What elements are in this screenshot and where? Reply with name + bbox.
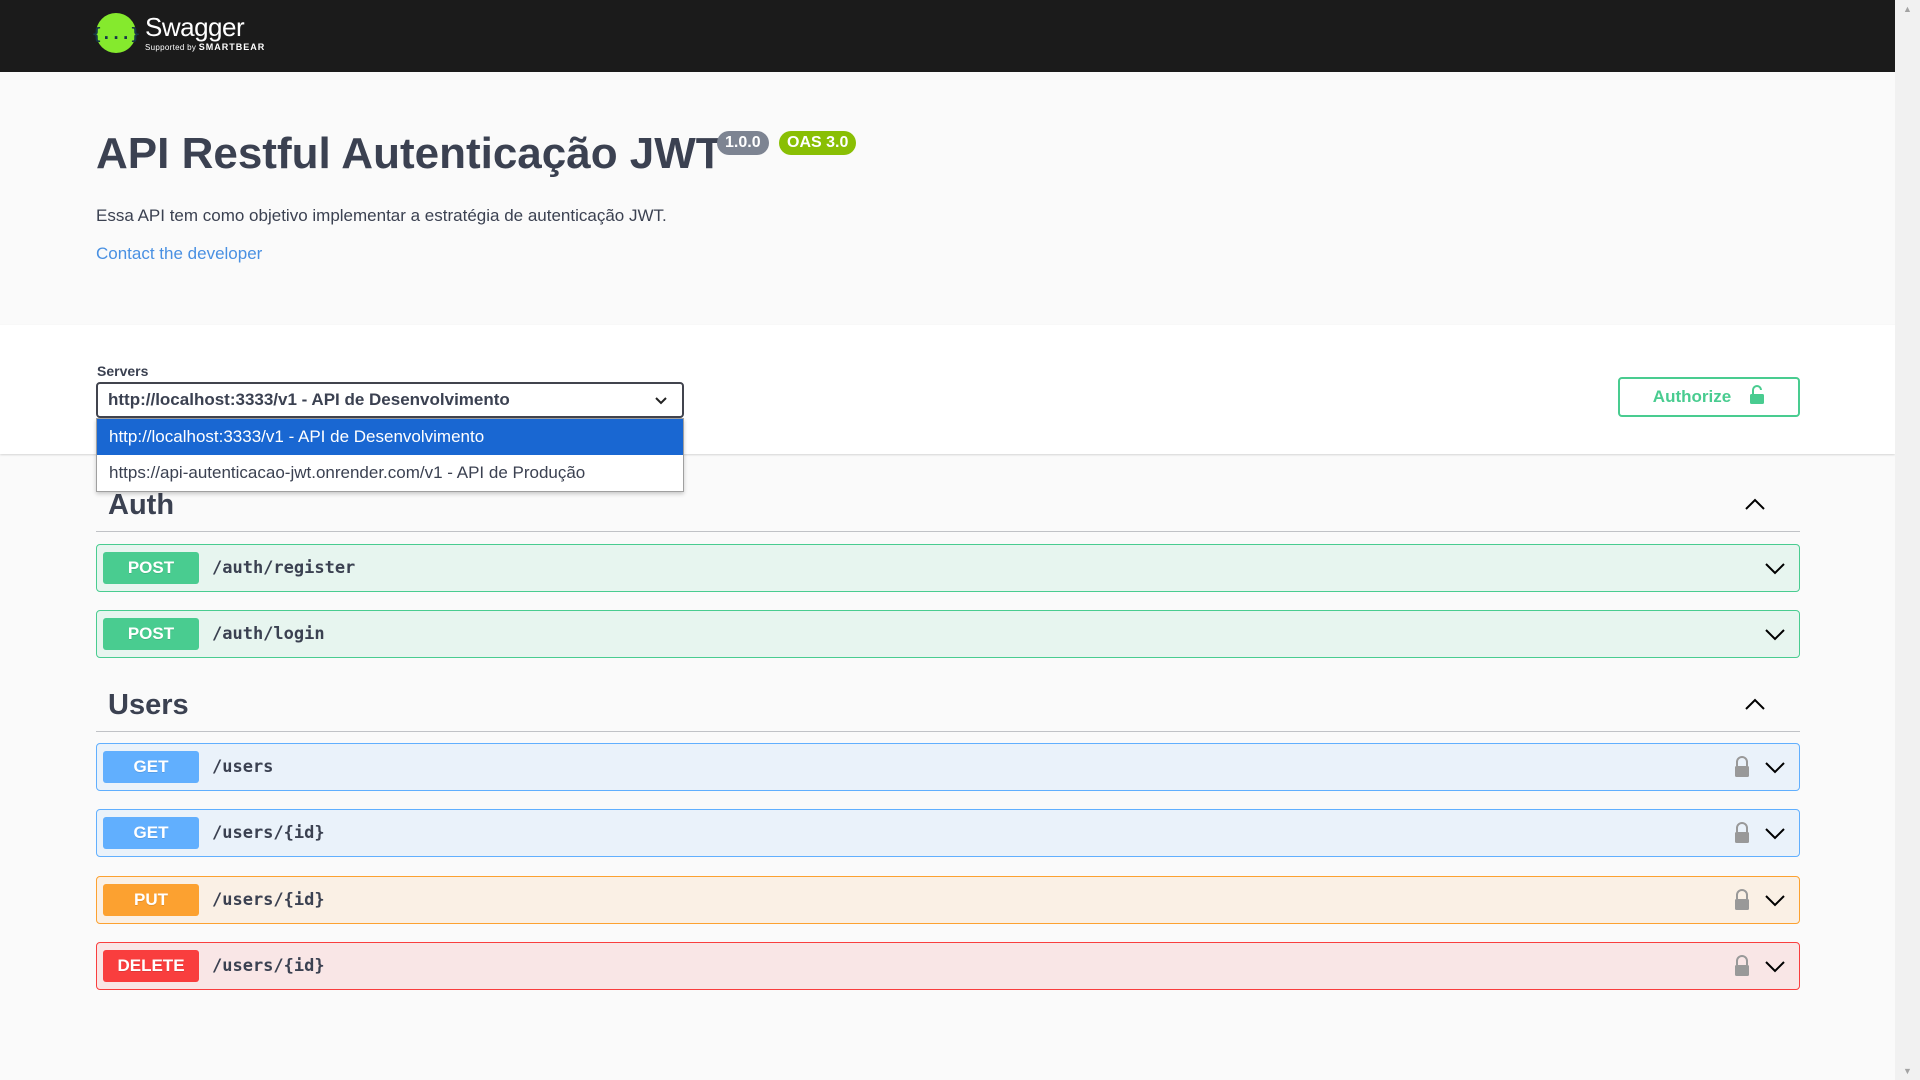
lock-icon[interactable] [1733,755,1751,784]
operation-block[interactable]: GET /users [96,743,1800,791]
api-description: Essa API tem como objetivo implementar a… [96,206,667,225]
chevron-up-icon[interactable] [1744,493,1766,520]
server-option[interactable]: http://localhost:3333/v1 - API de Desenv… [97,419,683,455]
chevron-down-icon[interactable] [1764,825,1786,846]
scroll-down-arrow-icon[interactable]: ▼ [1903,1066,1912,1076]
logo-sub-prefix: Supported by [145,43,197,52]
method-badge: DELETE [103,950,199,982]
oas-badge: OAS 3.0 [779,131,857,155]
operation-block[interactable]: GET /users/{id} [96,809,1800,857]
servers-select[interactable]: http://localhost:3333/v1 - API de Desenv… [96,382,684,418]
chevron-up-icon[interactable] [1744,693,1766,720]
operation-path: /auth/login [212,624,325,644]
lock-icon[interactable] [1733,821,1751,850]
operation-path: /users/{id} [212,956,325,976]
operation-block[interactable]: DELETE /users/{id} [96,942,1800,990]
chevron-down-icon[interactable] [1764,560,1786,581]
page-title: API Restful Autenticação JWT [96,129,723,178]
unlock-icon [1749,384,1765,410]
scroll-up-arrow-icon[interactable]: ▲ [1903,4,1912,14]
tag-title: Users [108,689,189,721]
method-badge: POST [103,618,199,650]
operation-block[interactable]: PUT /users/{id} [96,876,1800,924]
contact-link[interactable]: Contact the developer [96,244,262,264]
operation-path: /users/{id} [212,890,325,910]
logo-name: Swagger [145,12,245,42]
topbar: {...} Swagger Supported by SMARTBEAR [0,0,1895,72]
version-badge: 1.0.0 [717,131,769,155]
tag-section-users[interactable]: Users [96,679,1800,732]
server-option[interactable]: https://api-autenticacao-jwt.onrender.co… [97,455,683,491]
tag-title: Auth [108,489,175,521]
chevron-down-icon[interactable] [1764,759,1786,780]
logo-sub-brand: SMARTBEAR [198,42,266,52]
operation-block[interactable]: POST /auth/register [96,544,1800,592]
servers-label: Servers [97,363,149,379]
page-scrollbar[interactable]: ▲ ▼ [1895,0,1920,1080]
operation-block[interactable]: POST /auth/login [96,610,1800,658]
swagger-logo-text: Swagger Supported by SMARTBEAR [145,14,265,52]
operation-path: /users/{id} [212,823,325,843]
chevron-down-icon[interactable] [1764,958,1786,979]
method-badge: GET [103,817,199,849]
method-badge: PUT [103,884,199,916]
chevron-down-icon[interactable] [1764,892,1786,913]
chevron-down-icon[interactable] [1764,626,1786,647]
lock-icon[interactable] [1733,954,1751,983]
servers-selected-value: http://localhost:3333/v1 - API de Desenv… [108,390,510,409]
servers-dropdown: http://localhost:3333/v1 - API de Desenv… [96,418,684,492]
info-section: API Restful Autenticação JWT 1.0.0 OAS 3… [0,72,1895,325]
swagger-logo-icon: {...} [92,13,140,53]
method-badge: GET [103,751,199,783]
operation-path: /auth/register [212,558,356,578]
logo-sub: Supported by SMARTBEAR [145,43,265,52]
swagger-logo[interactable]: {...} Swagger Supported by SMARTBEAR [92,13,265,53]
lock-icon[interactable] [1733,888,1751,917]
authorize-button[interactable]: Authorize [1618,377,1800,417]
method-badge: POST [103,552,199,584]
authorize-label: Authorize [1652,387,1732,406]
operation-path: /users [212,757,274,777]
